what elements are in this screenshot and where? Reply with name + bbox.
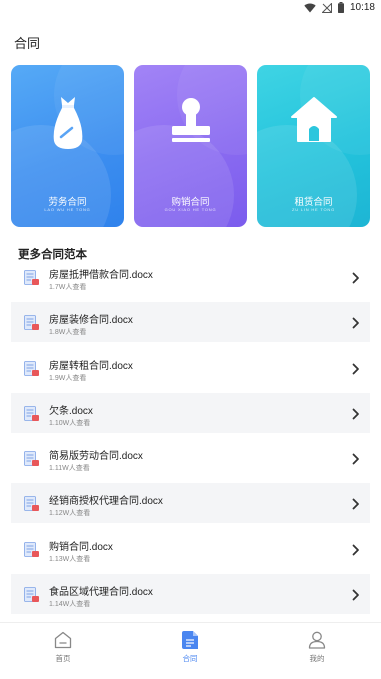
doc-file-icon [24,541,40,563]
chevron-right-icon [352,362,360,380]
list-item[interactable]: 购销合同.docx 1.13W人查看 [11,528,370,569]
chevron-right-icon [352,407,360,425]
nav-mine-label: 我的 [309,654,325,663]
nav-contract[interactable]: 合同 [160,631,220,664]
chevron-right-icon [352,271,360,289]
category-cards: 劳务合同 LAO WU HE TONG 购销合同 GOU XIAO HE TON… [11,65,373,227]
list-item-views: 1.14W人查看 [49,601,91,609]
bottom-nav: 首页 合同 我的 [0,622,381,679]
doc-file-icon [24,496,40,517]
nav-home-label: 首页 [55,654,71,663]
list-item-title: 房屋抵押借款合同.docx [49,270,153,281]
list-item[interactable]: 房屋装修合同.docx 1.8W人查看 [11,302,370,343]
card-lease-contract[interactable]: 租赁合同 ZU LIN HE TONG [257,65,370,227]
house-icon [290,95,338,150]
status-icons: 10:18 [304,2,375,13]
list-item-title: 欠条.docx [49,405,93,417]
stamp-icon [168,95,214,152]
card-sales-contract[interactable]: 购销合同 GOU XIAO HE TONG [134,65,247,227]
doc-file-icon [24,405,40,427]
list-item-views: 1.7W人查看 [49,284,87,291]
document-icon [160,631,220,649]
doc-file-icon [24,451,40,472]
battery-icon [337,2,344,13]
money-bag-icon [48,95,88,156]
list-item-title: 房屋装修合同.docx [49,315,133,327]
list-item[interactable]: 经销商授权代理合同.docx 1.12W人查看 [11,483,370,524]
card-label: 购销合同 [171,197,210,208]
doc-file-icon [24,315,40,336]
nav-contract-label: 合同 [182,654,198,663]
list-item[interactable]: 房屋抵押借款合同.docx 1.7W人查看 [11,268,370,297]
card-sub: ZU LIN HE TONG [291,207,336,212]
list-item-views: 1.11W人查看 [49,465,90,473]
status-time: 10:18 [349,2,375,13]
chevron-right-icon [352,497,360,515]
doc-file-icon [24,587,40,608]
list-item[interactable]: 欠条.docx 1.10W人查看 [11,392,370,433]
chevron-right-icon [352,588,360,606]
list-item[interactable]: 食品区域代理合同.docx 1.14W人查看 [11,574,370,615]
status-bar: 10:18 [0,0,381,16]
card-sub: LAO WU HE TONG [44,207,91,212]
nav-home[interactable]: 首页 [33,631,93,664]
nav-mine[interactable]: 我的 [287,631,347,664]
signal-off-icon [321,2,332,13]
list-item[interactable]: 房屋转租合同.docx 1.9W人查看 [11,347,370,388]
list-item-title: 食品区域代理合同.docx [49,587,153,599]
list-item-views: 1.12W人查看 [49,510,91,518]
list-item-views: 1.10W人查看 [49,419,91,427]
list-item-title: 房屋转租合同.docx [49,360,133,372]
doc-file-icon [24,360,40,382]
list-item-views: 1.13W人查看 [49,555,91,563]
list-item-title: 购销合同.docx [49,541,113,553]
list-item-views: 1.8W人查看 [49,329,87,337]
chevron-right-icon [352,452,360,470]
doc-file-icon [24,270,40,291]
user-icon [287,631,347,649]
template-list-inner: 房屋抵押借款合同.docx 1.7W人查看 房屋装修合同.docx 1.8W人查看 房屋… [11,268,370,619]
chevron-right-icon [352,316,360,334]
page-title: 合同 [14,36,41,51]
list-item[interactable]: 简易版劳动合同.docx 1.11W人查看 [11,438,370,479]
list-item-views: 1.9W人查看 [49,374,87,382]
list-item-title: 简易版劳动合同.docx [49,451,143,463]
card-label: 劳务合同 [48,197,87,208]
card-sub: GOU XIAO HE TONG [164,207,217,212]
section-title: 更多合同范本 [18,249,87,261]
card-label: 租赁合同 [294,197,333,208]
template-list[interactable]: 房屋抵押借款合同.docx 1.7W人查看 房屋装修合同.docx 1.8W人查看 房屋… [0,268,381,620]
home-icon [33,631,93,649]
wifi-icon [304,3,316,13]
list-item-title: 经销商授权代理合同.docx [49,496,163,508]
chevron-right-icon [352,543,360,561]
card-labor-contract[interactable]: 劳务合同 LAO WU HE TONG [11,65,124,227]
